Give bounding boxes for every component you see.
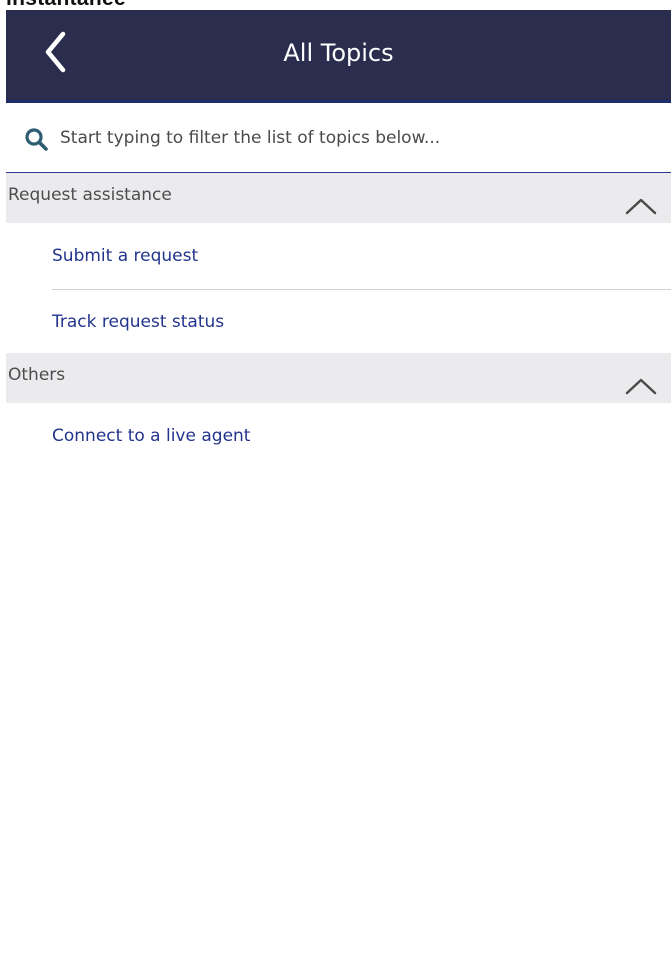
search-input[interactable]: [60, 121, 650, 155]
chevron-up-icon[interactable]: [625, 197, 657, 215]
list-item-connect-live-agent[interactable]: Connect to a live agent: [52, 403, 671, 469]
page-title: All Topics: [283, 39, 394, 67]
top-banner-text: instantanée: [6, 0, 126, 10]
section-header-others[interactable]: Others: [6, 353, 671, 403]
list-item-submit-request[interactable]: Submit a request: [52, 223, 671, 289]
app-root: instantanée All Topics Request assistanc…: [0, 0, 671, 959]
list-item-label: Submit a request: [52, 246, 199, 266]
list-item-label: Connect to a live agent: [52, 426, 251, 446]
app-header: All Topics: [6, 10, 671, 103]
section-header-request-assistance[interactable]: Request assistance: [6, 173, 671, 223]
search-bar: [6, 103, 671, 174]
chevron-up-icon[interactable]: [625, 377, 657, 395]
list-item-track-request-status[interactable]: Track request status: [52, 290, 671, 353]
search-icon: [25, 128, 48, 151]
list-item-label: Track request status: [52, 312, 225, 332]
section-title: Request assistance: [8, 185, 172, 205]
section-title: Others: [8, 365, 66, 385]
